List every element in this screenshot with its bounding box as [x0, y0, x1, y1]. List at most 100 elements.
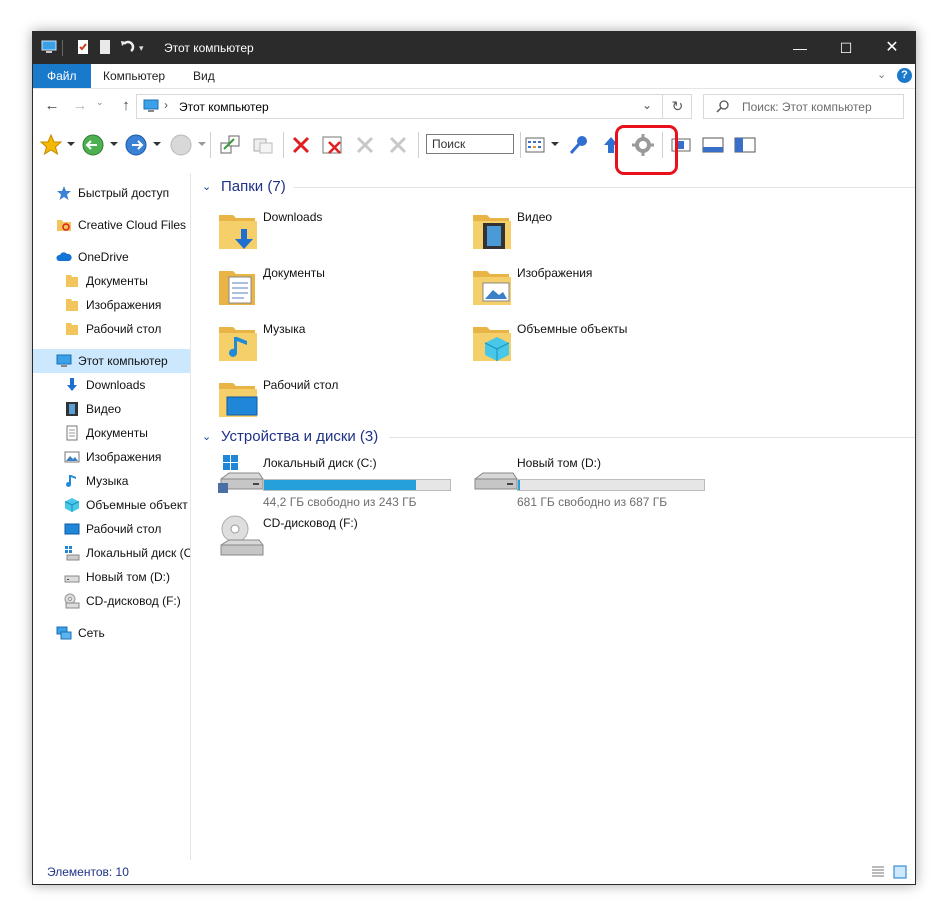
sidebar-item-this-pc[interactable]: Этот компьютер [33, 349, 190, 373]
sidebar-item-desktop[interactable]: Рабочий стол [33, 317, 190, 341]
pin-icon[interactable] [567, 133, 591, 157]
preview-pane-icon[interactable] [701, 133, 725, 157]
sidebar-item-desktop-pc[interactable]: Рабочий стол [33, 517, 190, 541]
folder-icon [64, 273, 80, 289]
chevron-down-icon[interactable]: ⌄ [202, 430, 211, 443]
delete-icon[interactable] [289, 133, 313, 157]
paste-icon [386, 133, 410, 157]
windows-drive-icon [217, 453, 265, 501]
creative-cloud-icon [56, 217, 72, 233]
back-globe-icon[interactable] [81, 133, 105, 157]
chevron-down-icon[interactable] [110, 142, 118, 146]
tab-view[interactable]: Вид [180, 64, 228, 88]
undo-icon[interactable] [119, 39, 135, 55]
breadcrumb[interactable]: Этот компьютер [179, 100, 269, 114]
folder-icon [217, 319, 265, 367]
new-folder-icon[interactable] [97, 39, 113, 55]
sidebar-item-cd-drive-f[interactable]: CD-дисковод (F:) [33, 589, 190, 613]
properties-icon[interactable] [75, 39, 91, 55]
move-to-icon[interactable] [218, 133, 242, 157]
chevron-down-icon[interactable]: ⌄ [877, 68, 886, 81]
address-row: ← → ⌄ ↑ › Этот компьютер ⌄ ↻ Поиск: Этот… [33, 89, 915, 125]
close-button[interactable]: ✕ [869, 32, 915, 64]
toolbar-separator [283, 132, 284, 158]
address-bar[interactable]: › Этот компьютер ⌄ [136, 94, 692, 119]
folder-item-pictures[interactable]: Изображения [471, 263, 721, 313]
sidebar-item-pictures[interactable]: Изображения [33, 293, 190, 317]
drive-name: Локальный диск (C:) [263, 456, 377, 470]
sidebar-item-quick-access[interactable]: Быстрый доступ [33, 181, 190, 205]
large-icons-view-icon[interactable] [893, 865, 907, 882]
drive-usage-bar [263, 479, 451, 491]
sidebar-item-label: Документы [86, 274, 148, 288]
back-arrow-icon[interactable]: ← [43, 97, 61, 115]
minimize-button[interactable]: — [777, 32, 823, 64]
sidebar-item-onedrive[interactable]: OneDrive [33, 245, 190, 269]
address-dropdown-icon[interactable]: ⌄ [642, 98, 652, 112]
folder-item-desktop[interactable]: Рабочий стол [217, 375, 467, 425]
chevron-down-icon[interactable] [153, 142, 161, 146]
folder-item-3d-objects[interactable]: Объемные объекты [471, 319, 721, 369]
forward-arrow-icon[interactable]: → [71, 97, 89, 115]
customize-quick-access-icon[interactable]: ▾ [139, 44, 147, 53]
up-arrow-icon[interactable]: ↑ [117, 97, 135, 115]
sidebar-item-label: Downloads [86, 378, 146, 392]
folder-icon [217, 263, 265, 311]
sidebar-item-new-volume-d[interactable]: Новый том (D:) [33, 565, 190, 589]
folder-item-documents[interactable]: Документы [217, 263, 467, 313]
document-icon [64, 425, 80, 441]
sidebar-item-local-disk-c[interactable]: Локальный диск (C [33, 541, 190, 565]
tab-file[interactable]: Файл [33, 64, 91, 88]
divider [389, 437, 915, 438]
chevron-down-icon[interactable]: ⌄ [202, 180, 211, 193]
sidebar-item-label: Этот компьютер [78, 354, 168, 368]
sidebar-item-videos[interactable]: Видео [33, 397, 190, 421]
sidebar-item-3d-objects[interactable]: Объемные объект [33, 493, 190, 517]
forward-globe-icon[interactable] [124, 133, 148, 157]
drive-item-d[interactable]: Новый том (D:) 681 ГБ свободно из 687 ГБ [471, 453, 721, 513]
navigation-pane-icon[interactable] [733, 133, 757, 157]
sidebar-item-pictures-pc[interactable]: Изображения [33, 445, 190, 469]
sidebar-item-label: Документы [86, 426, 148, 440]
maximize-button[interactable]: ☐ [823, 32, 869, 64]
folder-item-downloads[interactable]: Downloads [217, 207, 467, 257]
details-view-icon[interactable] [871, 865, 885, 882]
favorites-star-icon[interactable] [39, 133, 63, 157]
folder-name: Документы [263, 266, 325, 280]
refresh-button[interactable]: ↻ [662, 94, 692, 119]
drive-item-f[interactable]: CD-дисковод (F:) [217, 513, 467, 563]
sidebar-item-label: Изображения [86, 450, 162, 464]
sidebar-item-downloads[interactable]: Downloads [33, 373, 190, 397]
group-header-drives[interactable]: ⌄ Устройства и диски (3) [199, 427, 915, 447]
sidebar-item-music[interactable]: Музыка [33, 469, 190, 493]
sidebar-item-label: Видео [86, 402, 122, 416]
view-mode-icon[interactable] [523, 133, 547, 157]
delete-permanently-icon[interactable] [321, 133, 345, 157]
sidebar-item-documents-pc[interactable]: Документы [33, 421, 190, 445]
drive-item-c[interactable]: Локальный диск (C:) 44,2 ГБ свободно из … [217, 453, 467, 513]
toolbar: Поиск [33, 128, 915, 166]
navigation-pane: Быстрый доступ Creative Cloud Files OneD… [33, 173, 191, 860]
search-input[interactable]: Поиск: Этот компьютер [703, 94, 904, 119]
group-header-folders[interactable]: ⌄ Папки (7) [199, 177, 915, 197]
recent-locations-icon[interactable]: ⌄ [96, 97, 104, 108]
toolbar-separator [210, 132, 211, 158]
sidebar-item-creative-cloud[interactable]: Creative Cloud Files [33, 213, 190, 237]
toolbar-search-input[interactable]: Поиск [426, 134, 514, 154]
help-icon[interactable]: ? [897, 68, 912, 83]
sidebar-item-documents[interactable]: Документы [33, 269, 190, 293]
sidebar-item-network[interactable]: Сеть [33, 621, 190, 645]
sidebar-item-label: CD-дисковод (F:) [86, 594, 181, 608]
chevron-down-icon[interactable] [67, 142, 75, 146]
sidebar-item-label: Сеть [78, 626, 105, 640]
tab-computer[interactable]: Компьютер [90, 64, 178, 88]
desktop-icon [226, 396, 258, 416]
folder-icon [64, 297, 80, 313]
folder-item-music[interactable]: Музыка [217, 319, 467, 369]
copy-to-icon [251, 133, 275, 157]
sidebar-item-label: Изображения [86, 298, 162, 312]
folder-item-videos[interactable]: Видео [471, 207, 721, 257]
star-icon [56, 185, 72, 201]
chevron-down-icon[interactable] [551, 142, 559, 146]
divider [294, 187, 915, 188]
